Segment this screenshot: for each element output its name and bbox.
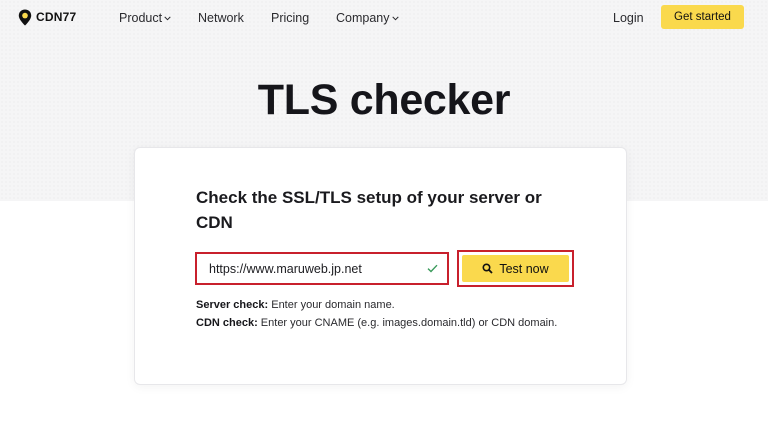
get-started-button[interactable]: Get started [661, 5, 744, 29]
nav-item-label: Network [198, 11, 244, 25]
chevron-down-icon [164, 16, 171, 20]
nav-item-pricing[interactable]: Pricing [271, 11, 309, 25]
cdn-check-label: CDN check: [196, 317, 258, 329]
server-check-label: Server check: [196, 299, 269, 311]
nav-item-company[interactable]: Company [336, 11, 399, 25]
cdn-check-help: CDN check: Enter your CNAME (e.g. images… [196, 314, 576, 332]
page-title: TLS checker [257, 76, 511, 124]
nav-item-network[interactable]: Network [198, 11, 244, 25]
login-link[interactable]: Login [613, 11, 644, 25]
check-icon [427, 264, 438, 273]
brand-name: CDN77 [36, 10, 77, 24]
domain-input[interactable] [197, 254, 447, 283]
location-pin-icon [18, 9, 32, 25]
nav-item-label: Pricing [271, 11, 310, 25]
nav-item-product[interactable]: Product [119, 11, 171, 25]
nav-item-label: Company [336, 11, 390, 25]
checker-heading: Check the SSL/TLS setup of your server o… [196, 188, 542, 232]
domain-input-field [195, 252, 449, 285]
server-check-help: Server check: Enter your domain name. [196, 296, 576, 314]
nav-item-label: Product [119, 11, 163, 25]
test-now-label: Test now [499, 261, 549, 276]
top-navigation: CDN77 Product Network Pricing Company Lo… [0, 0, 768, 36]
test-button-frame: Test now [457, 250, 574, 287]
test-now-button[interactable]: Test now [462, 255, 569, 282]
chevron-down-icon [391, 16, 399, 20]
cdn-check-text: Enter your CNAME (e.g. images.domain.tld… [257, 317, 558, 329]
help-text: Server check: Enter your domain name. CD… [196, 296, 576, 332]
search-icon [482, 263, 493, 274]
server-check-text: Enter your domain name. [268, 299, 395, 311]
logo[interactable]: CDN77 [18, 8, 76, 26]
checker-card: Check the SSL/TLS setup of your server o… [134, 147, 627, 385]
